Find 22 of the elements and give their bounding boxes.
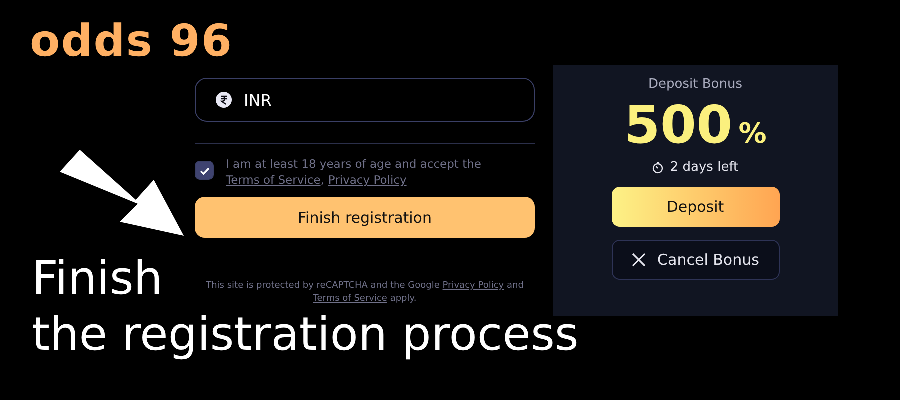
percent-sign: % [738, 117, 767, 150]
checkbox[interactable] [195, 161, 214, 180]
bonus-title: Deposit Bonus [648, 77, 742, 92]
rupee-icon [216, 92, 232, 108]
terms-link[interactable]: Terms of Service [313, 294, 388, 304]
deposit-button[interactable]: Deposit [612, 187, 780, 227]
consent-text: I am at least 18 years of age and accept the [226, 156, 482, 172]
privacy-policy-link[interactable]: Privacy Policy [442, 281, 504, 291]
bonus-amount: 500 [624, 96, 733, 156]
headline: the registration process [32, 306, 579, 362]
timer-icon [652, 162, 664, 174]
consent-link[interactable]: Privacy Policy [328, 172, 407, 188]
recaptcha-notice: This site is protected by reCAPTCHA and the Google Privacy Policy and Terms of Service apply. [205, 280, 525, 306]
close-icon [632, 253, 646, 267]
cancel-bonus-button[interactable]: Cancel Bonus [612, 240, 780, 280]
headline: Finish [32, 250, 163, 306]
currency-field[interactable]: INR [195, 78, 535, 122]
logo: odds 96 [30, 16, 233, 67]
comma: , [320, 172, 324, 188]
consent-link[interactable]: Terms of Service [226, 172, 321, 188]
finish-registration-button[interactable]: Finish registration [195, 197, 535, 238]
time-left: 2 days left [670, 160, 739, 175]
